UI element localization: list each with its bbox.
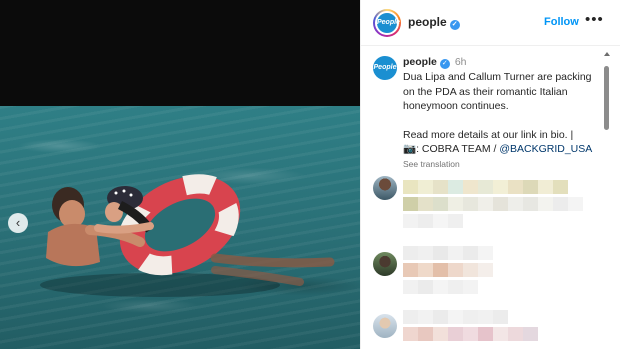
read-more-line: Read more details at our link in bio. | bbox=[403, 128, 574, 141]
photo-subjects bbox=[40, 174, 335, 297]
camera-icon: 📷: COBRA TEAM / bbox=[403, 143, 500, 156]
story-ring[interactable]: People bbox=[373, 9, 401, 37]
post-timestamp[interactable]: 6h bbox=[455, 56, 467, 68]
see-translation-link[interactable]: See translation bbox=[403, 157, 605, 171]
pixelated-comment bbox=[403, 280, 478, 294]
author-username-text: people bbox=[408, 15, 447, 29]
pixelated-comment bbox=[403, 263, 493, 277]
pixelated-comment bbox=[403, 246, 493, 260]
pixelated-comment bbox=[403, 327, 538, 341]
caption-avatar[interactable]: People bbox=[373, 56, 397, 80]
carousel-previous-button[interactable]: ‹ bbox=[8, 213, 28, 233]
credit-mention-link[interactable]: @BACKGRID_USA bbox=[499, 143, 592, 155]
post-header: People people ✓ Follow ••• bbox=[361, 0, 620, 46]
chevron-left-icon: ‹ bbox=[15, 215, 21, 230]
post-caption: people ✓ 6h Dua Lipa and Callum Turner are… bbox=[403, 55, 605, 172]
caption-line: Dua Lipa and Callum Turner are packing bbox=[403, 71, 592, 84]
caption-username[interactable]: people bbox=[403, 56, 437, 68]
commenter-avatar[interactable] bbox=[373, 176, 397, 200]
author-username[interactable]: people ✓ bbox=[408, 15, 460, 30]
post-media[interactable]: ‹ bbox=[0, 0, 360, 349]
caption-line: honeymoon continues. bbox=[403, 100, 509, 113]
comments-scrollbar[interactable] bbox=[603, 46, 611, 349]
pixelated-comment bbox=[403, 197, 583, 211]
author-avatar: People bbox=[375, 11, 400, 35]
pixelated-comment bbox=[403, 214, 463, 228]
caption-line: on the PDA as their romantic Italian bbox=[403, 85, 568, 98]
scroll-up-arrow-icon[interactable] bbox=[604, 52, 610, 56]
more-options-icon[interactable]: ••• bbox=[585, 11, 604, 28]
commenter-avatar[interactable] bbox=[373, 252, 397, 276]
follow-button[interactable]: Follow bbox=[544, 16, 579, 28]
verified-badge-icon: ✓ bbox=[449, 20, 460, 30]
scroll-thumb[interactable] bbox=[604, 66, 609, 130]
photo-credit: 📷: COBRA TEAM / @BACKGRID_USA bbox=[403, 142, 605, 156]
pixelated-comment bbox=[403, 180, 568, 194]
pixelated-comment bbox=[403, 310, 508, 324]
post-details-panel: People people ✓ Follow ••• People people ✓… bbox=[360, 0, 620, 349]
verified-badge-icon: ✓ bbox=[439, 59, 450, 69]
commenter-avatar[interactable] bbox=[373, 314, 397, 338]
